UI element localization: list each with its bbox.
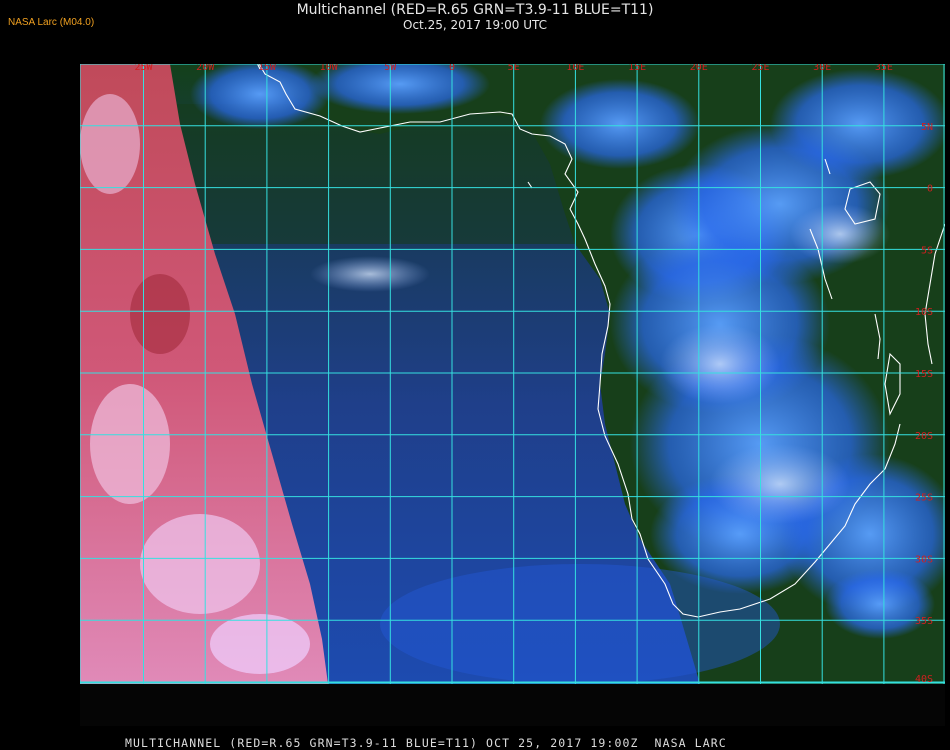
image-title: Multichannel (RED=R.65 GRN=T3.9-11 BLUE=… — [296, 2, 654, 18]
satellite-map: 25W 20W 15W 10W 5W 0 5E 10E 15E 20E 25E 30E 35E 5N 0 5S… — [80, 64, 945, 684]
map-bottom-margin — [80, 684, 945, 726]
footer-caption: MULTICHANNEL (RED=R.65 GRN=T3.9-11 BLUE=… — [125, 736, 727, 750]
lat-label-5N: 5N — [921, 122, 933, 133]
lon-label-0: 0 — [449, 64, 455, 73]
lat-label-35S: 35S — [915, 616, 933, 627]
lat-label-20S: 20S — [915, 431, 933, 442]
lon-label-5E: 5E — [508, 64, 520, 73]
lon-label-20W: 20W — [196, 64, 215, 73]
lon-label-35E: 35E — [875, 64, 893, 73]
lat-label-0: 0 — [927, 184, 933, 195]
lat-label-15S: 15S — [915, 369, 933, 380]
lat-label-30S: 30S — [915, 554, 933, 565]
lon-label-20E: 20E — [690, 64, 708, 73]
lon-label-25E: 25E — [751, 64, 769, 73]
lat-label-25S: 25S — [915, 493, 933, 504]
lon-label-25W: 25W — [134, 64, 153, 73]
lon-label-10W: 10W — [320, 64, 339, 73]
lon-label-30E: 30E — [813, 64, 831, 73]
lat-label-10S: 10S — [915, 307, 933, 318]
lon-label-10E: 10E — [566, 64, 584, 73]
lat-label-5S: 5S — [921, 245, 933, 256]
source-label: NASA Larc (M04.0) — [8, 17, 95, 28]
lon-label-15W: 15W — [258, 64, 277, 73]
satellite-map-svg: 25W 20W 15W 10W 5W 0 5E 10E 15E 20E 25E 30E 35E 5N 0 5S… — [80, 64, 945, 684]
image-timestamp: Oct.25, 2017 19:00 UTC — [403, 18, 547, 32]
lon-label-5W: 5W — [384, 64, 397, 73]
lon-label-15E: 15E — [628, 64, 646, 73]
lat-label-40S: 40S — [915, 674, 933, 684]
